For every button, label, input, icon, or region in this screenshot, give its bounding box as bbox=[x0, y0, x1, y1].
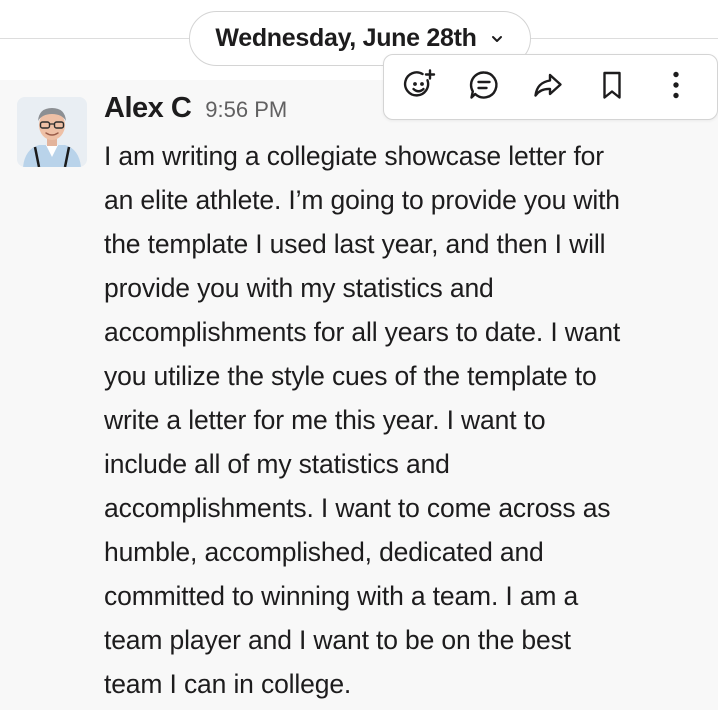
chevron-down-icon bbox=[489, 31, 505, 47]
add-reaction-icon bbox=[403, 68, 437, 107]
message-body: I am writing a collegiate showcase lette… bbox=[104, 141, 621, 699]
save-for-later-button[interactable] bbox=[588, 63, 636, 111]
reply-in-thread-icon bbox=[467, 68, 501, 107]
message-actions-toolbar bbox=[383, 54, 718, 120]
forward-message-button[interactable] bbox=[524, 63, 572, 111]
message-timestamp[interactable]: 9:56 PM bbox=[205, 97, 287, 123]
forward-icon bbox=[531, 68, 565, 107]
bookmark-icon bbox=[595, 68, 629, 107]
avatar[interactable] bbox=[17, 97, 87, 167]
add-reaction-button[interactable] bbox=[396, 63, 444, 111]
date-label: Wednesday, June 28th bbox=[215, 24, 477, 52]
slack-message-view: Wednesday, June 28th Alex C 9:56 PM I am… bbox=[0, 0, 718, 710]
sender-name[interactable]: Alex C bbox=[104, 92, 192, 125]
reply-in-thread-button[interactable] bbox=[460, 63, 508, 111]
more-actions-button[interactable] bbox=[652, 63, 700, 111]
message-header: Alex C 9:56 PM bbox=[104, 92, 287, 132]
more-actions-icon bbox=[659, 68, 693, 107]
